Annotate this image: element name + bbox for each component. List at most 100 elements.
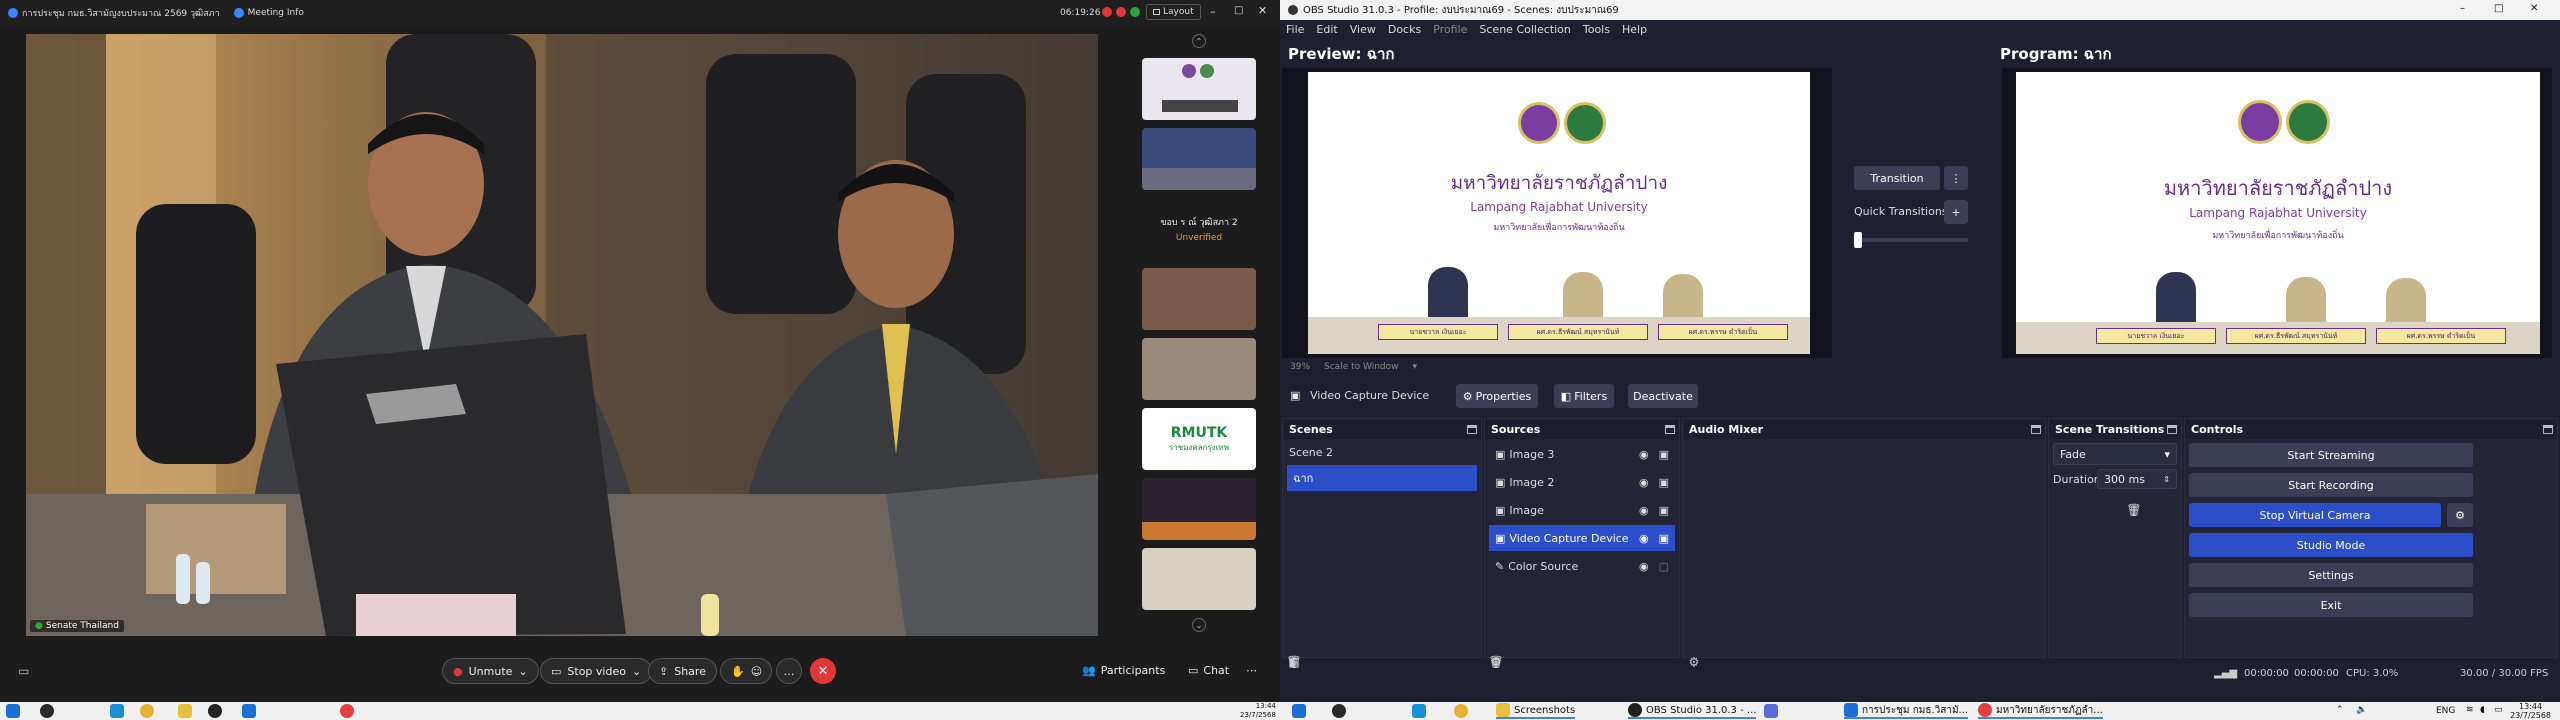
unmute-button[interactable]: ● Unmute ⌄ xyxy=(442,658,539,684)
stop-virtual-camera-button[interactable]: Stop Virtual Camera xyxy=(2189,503,2441,527)
more-icon[interactable]: ⋮ xyxy=(2125,501,2143,519)
record-icon[interactable] xyxy=(1102,7,1112,17)
transition-menu-icon[interactable]: ⋮ xyxy=(1944,166,1968,190)
thumbnail-4[interactable] xyxy=(1142,268,1256,330)
eye-icon[interactable]: ◉ xyxy=(1639,560,1649,573)
language-indicator[interactable]: ENG xyxy=(2436,706,2455,716)
reactions-button[interactable]: ✋ ☺ xyxy=(720,658,772,684)
lock-icon[interactable]: ▣ xyxy=(1659,476,1669,489)
taskbar-app-meeting[interactable]: การประชุม กมธ.วิสามั... xyxy=(1844,703,1969,719)
exit-button[interactable]: Exit xyxy=(2189,593,2473,617)
properties-button[interactable]: ⚙ Properties xyxy=(1456,384,1538,408)
duration-input[interactable]: 300 ms ⇕ xyxy=(2097,469,2177,489)
float-icon[interactable] xyxy=(1467,424,1477,434)
float-icon[interactable] xyxy=(2543,424,2553,434)
float-icon[interactable] xyxy=(2031,424,2041,434)
menu-help[interactable]: Help xyxy=(1622,23,1647,36)
edge-icon[interactable] xyxy=(1412,704,1426,718)
taskbar-app-screenshots[interactable]: Screenshots xyxy=(1496,703,1576,719)
obs-icon[interactable] xyxy=(208,704,222,718)
start-recording-button[interactable]: Start Recording xyxy=(2189,473,2473,497)
close-icon[interactable]: ✕ xyxy=(1258,4,1267,17)
preview-area[interactable]: มหาวิทยาลัยราชภัฏลำปาง Lampang Rajabhat … xyxy=(1282,68,1832,358)
app-icon[interactable] xyxy=(1764,704,1778,718)
source-item[interactable]: ✎ Color Source ◉ ▢ xyxy=(1489,553,1675,579)
source-item[interactable]: ▣ Image 2 ◉ ▣ xyxy=(1489,469,1675,495)
transition-select[interactable]: Fade ▾ xyxy=(2053,443,2177,465)
lock-icon[interactable]: ▣ xyxy=(1659,504,1669,517)
stop-video-button[interactable]: ▭ Stop video ⌄ xyxy=(540,658,653,684)
eye-icon[interactable]: ◉ xyxy=(1639,504,1649,517)
preview-canvas[interactable]: มหาวิทยาลัยราชภัฏลำปาง Lampang Rajabhat … xyxy=(1308,72,1810,354)
eye-icon[interactable]: ◉ xyxy=(1639,448,1649,461)
source-item-selected[interactable]: ▣ Video Capture Device ◉ ▣ xyxy=(1489,525,1675,551)
studio-mode-button[interactable]: Studio Mode xyxy=(2189,533,2473,557)
battery-icon[interactable]: ▭ xyxy=(2494,705,2503,715)
lock-icon[interactable]: ▣ xyxy=(1659,448,1669,461)
thumbnail-8[interactable] xyxy=(1142,548,1256,610)
source-item[interactable]: ▣ Image 3 ◉ ▣ xyxy=(1489,441,1675,467)
float-icon[interactable] xyxy=(1665,424,1675,434)
settings-button[interactable]: Settings xyxy=(2189,563,2473,587)
maximize-icon[interactable]: □ xyxy=(2494,3,2503,14)
start-streaming-button[interactable]: Start Streaming xyxy=(2189,443,2473,467)
app-icon[interactable] xyxy=(242,704,256,718)
scroll-down-icon[interactable]: ⌄ xyxy=(1192,618,1206,632)
windows-icon[interactable] xyxy=(1292,704,1306,718)
menu-profile[interactable]: Profile xyxy=(1433,23,1467,36)
chrome-icon[interactable] xyxy=(140,704,154,718)
thumbnail-7[interactable] xyxy=(1142,478,1256,540)
menu-view[interactable]: View xyxy=(1350,23,1376,36)
float-icon[interactable] xyxy=(2167,424,2177,434)
scale-mode[interactable]: Scale to Window xyxy=(1324,362,1398,372)
slider-handle[interactable] xyxy=(1854,232,1862,248)
close-icon[interactable]: ✕ xyxy=(2530,3,2538,14)
menu-edit[interactable]: Edit xyxy=(1316,23,1337,36)
transition-slider[interactable] xyxy=(1854,232,1968,248)
clock[interactable]: 13:44 23/7/2568 xyxy=(2510,702,2551,720)
wifi-icon[interactable]: ≋ xyxy=(2466,705,2474,715)
taskbar-app-obs[interactable]: OBS Studio 31.0.3 - ... xyxy=(1628,703,1757,719)
eye-icon[interactable]: ◉ xyxy=(1639,476,1649,489)
menu-docks[interactable]: Docks xyxy=(1388,23,1421,36)
shield-icon[interactable] xyxy=(1130,7,1140,17)
leave-button[interactable]: ✕ xyxy=(810,658,836,684)
chat-button[interactable]: ▭ Chat xyxy=(1188,664,1229,677)
browser-icon[interactable] xyxy=(110,704,124,718)
share-button[interactable]: ⇪ Share xyxy=(648,658,717,684)
unlock-icon[interactable]: ▢ xyxy=(1659,560,1669,573)
captions-icon[interactable]: ▭ xyxy=(18,664,29,678)
participants-button[interactable]: 👥 Participants xyxy=(1082,664,1165,677)
menu-scene-collection[interactable]: Scene Collection xyxy=(1479,23,1570,36)
search-icon[interactable] xyxy=(1332,704,1346,718)
scroll-up-icon[interactable]: ⌃ xyxy=(1192,34,1206,48)
add-quick-transition-icon[interactable]: + xyxy=(1944,200,1968,224)
filters-button[interactable]: ◧ Filters xyxy=(1554,384,1614,408)
layout-button[interactable]: Layout xyxy=(1146,4,1201,20)
overflow-icon[interactable]: ⋯ xyxy=(1246,664,1257,677)
deactivate-button[interactable]: Deactivate xyxy=(1628,384,1698,408)
thumbnail-1[interactable] xyxy=(1142,58,1256,120)
eye-icon[interactable]: ◉ xyxy=(1639,532,1649,545)
source-item[interactable]: ▣ Image ◉ ▣ xyxy=(1489,497,1675,523)
chrome-icon[interactable] xyxy=(1454,704,1468,718)
stop-icon[interactable] xyxy=(1116,7,1126,17)
meeting-info-link[interactable]: Meeting Info xyxy=(248,8,304,18)
virtual-camera-settings-icon[interactable]: ⚙ xyxy=(2447,503,2473,527)
info-icon[interactable] xyxy=(233,8,244,18)
thumbnail-3[interactable]: ขอบ ร ณ์ วุฒิสภา 2 Unverified xyxy=(1142,198,1256,260)
menu-file[interactable]: File xyxy=(1286,23,1304,36)
minimize-icon[interactable]: – xyxy=(1210,5,1216,18)
lock-icon[interactable]: ▣ xyxy=(1659,532,1669,545)
speaker-icon[interactable]: ◖ xyxy=(2480,705,2485,715)
volume-icon[interactable]: 🔈 xyxy=(2356,705,2367,715)
main-video[interactable]: ● Senate Thailand xyxy=(26,34,1098,636)
folder-icon[interactable] xyxy=(178,704,192,718)
thumbnail-2[interactable] xyxy=(1142,128,1256,190)
scene-item[interactable]: Scene 2 xyxy=(1283,439,1481,465)
thumbnail-6[interactable]: RMUTK ราชมงคลกรุงเทพ xyxy=(1142,408,1256,470)
minimize-icon[interactable]: – xyxy=(2460,3,2465,14)
tray-chevron-icon[interactable]: ⌃ xyxy=(2336,705,2344,715)
start-icon[interactable] xyxy=(6,704,20,718)
taskbar-app-browser[interactable]: มหาวิทยาลัยราชภัฏลำ... xyxy=(1978,703,2103,719)
